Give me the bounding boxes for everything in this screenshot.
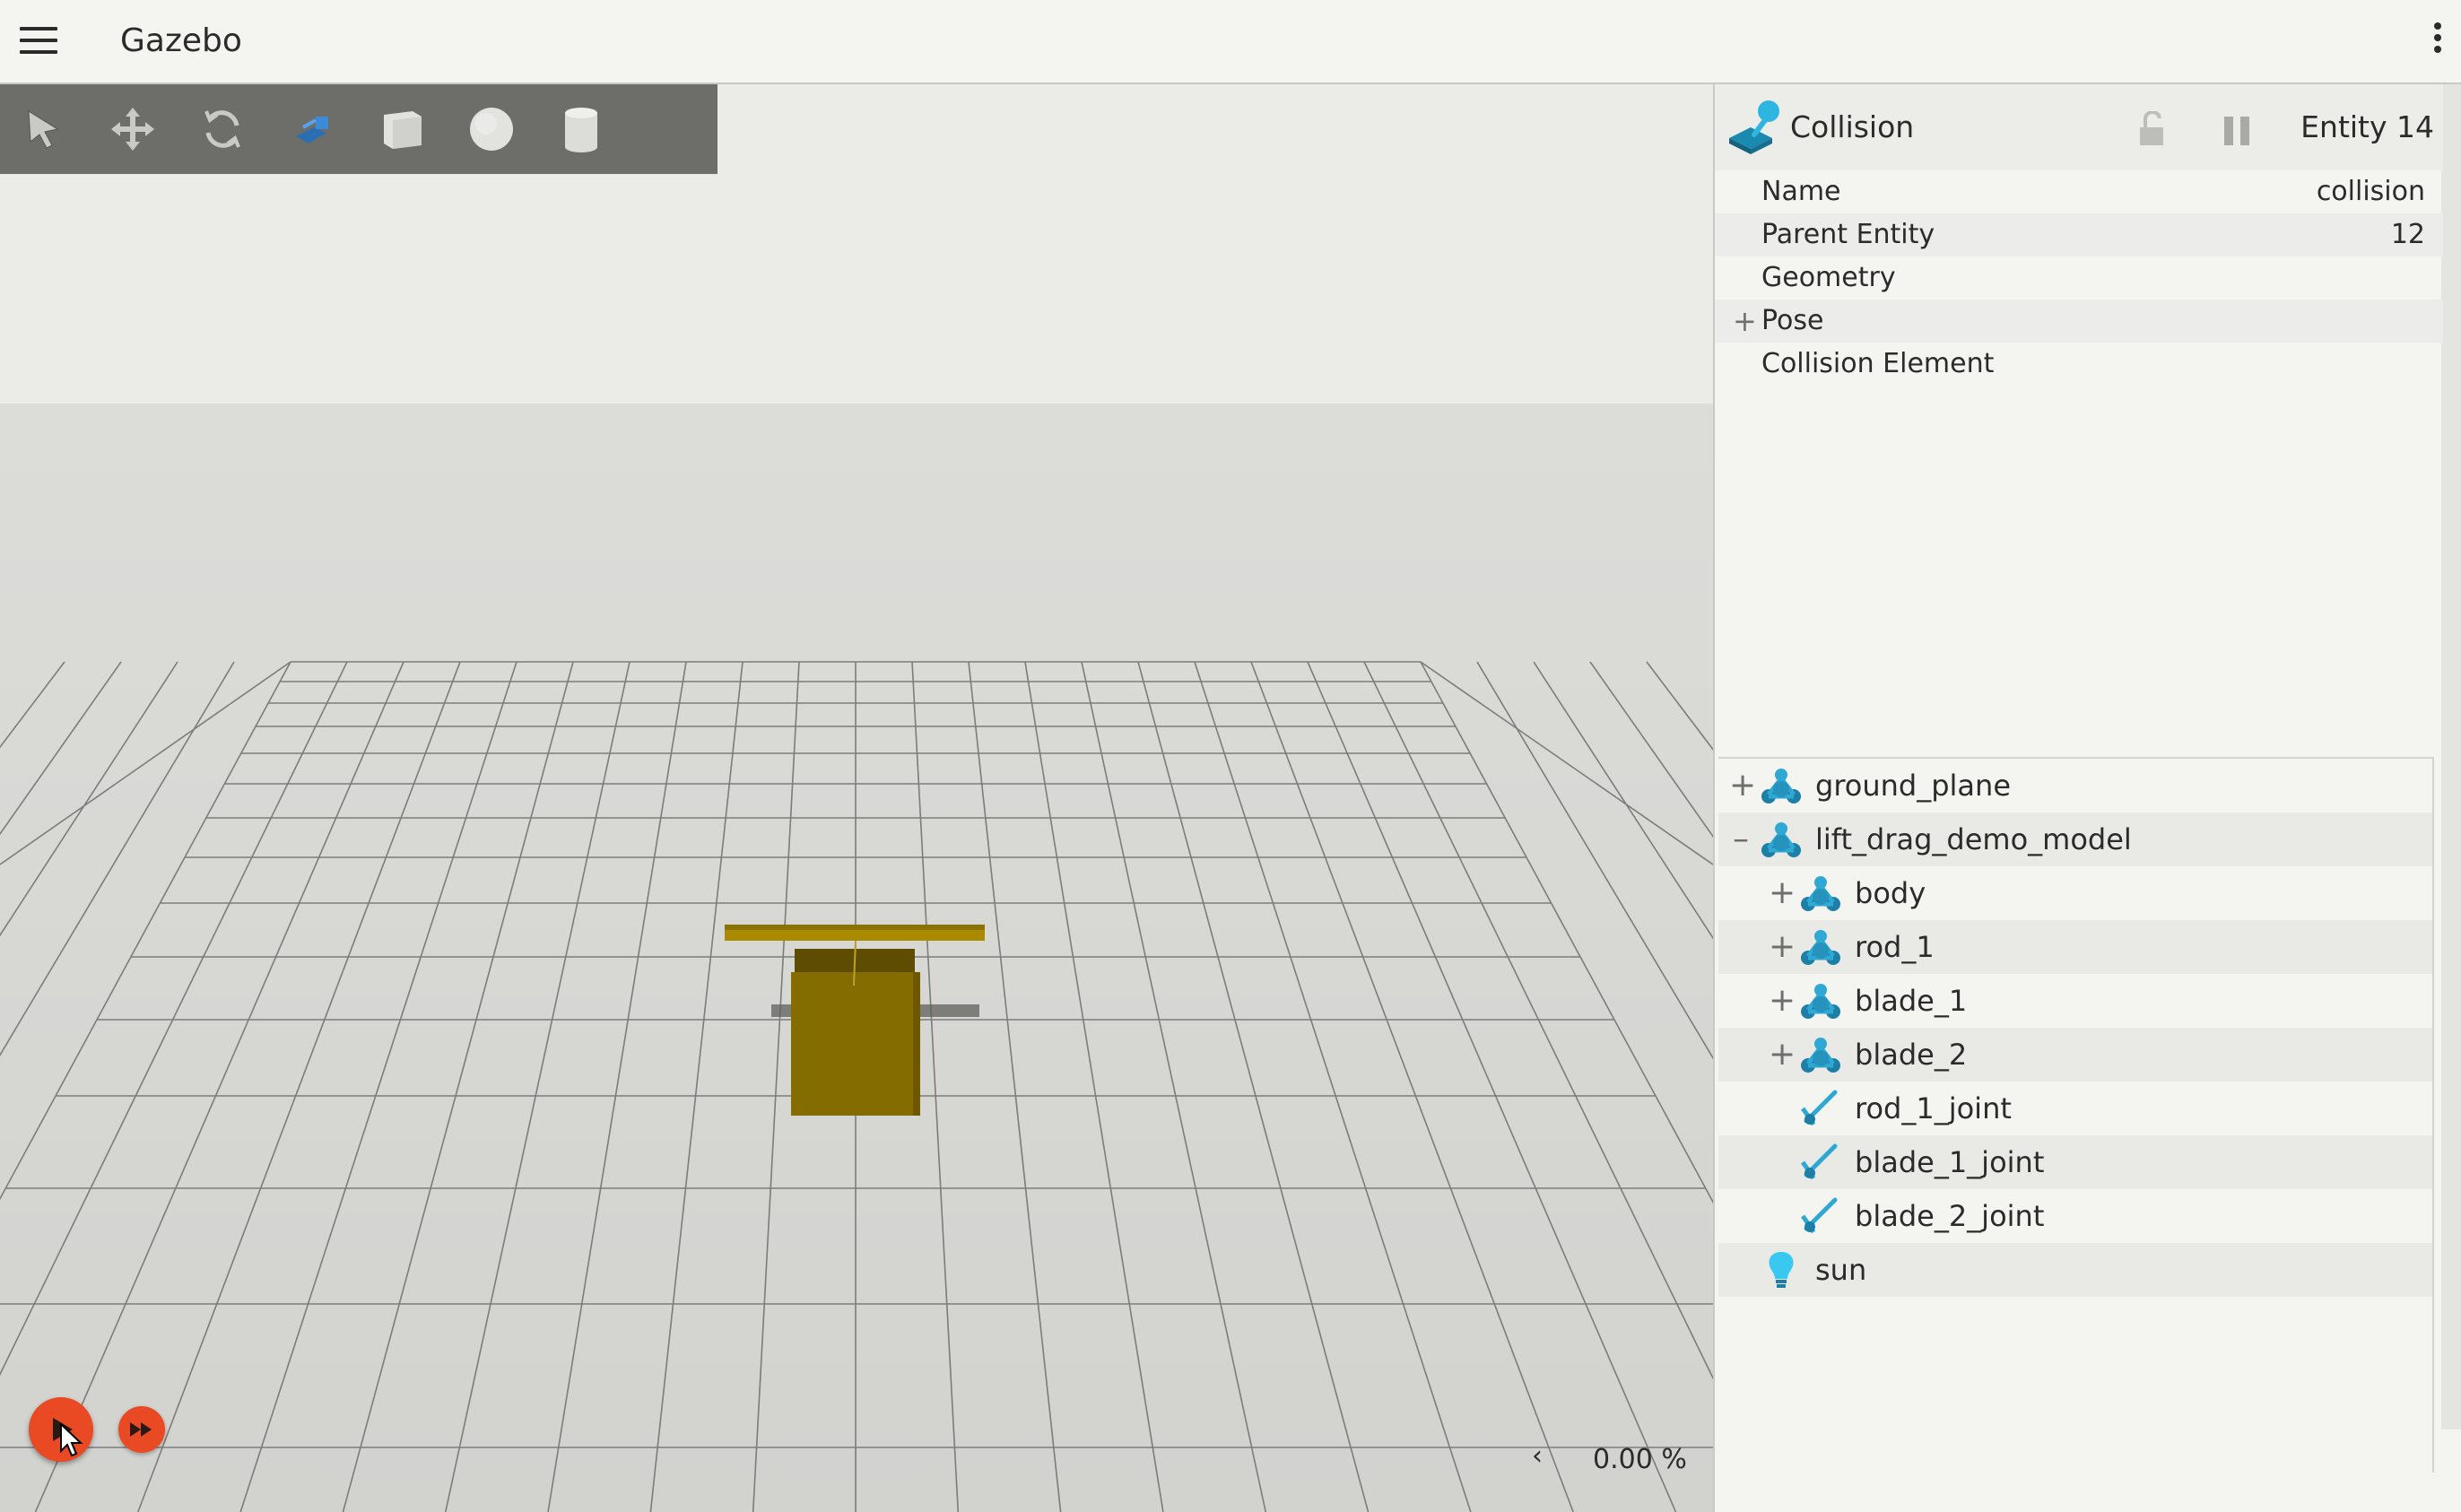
property-row-collision-element[interactable]: Collision Element: [1715, 343, 2443, 386]
collapse-minus-icon[interactable]: –: [1729, 812, 1752, 866]
real-time-factor: 0.00 %: [1593, 1444, 1687, 1475]
tree-item-label: blade_2: [1855, 1038, 1968, 1072]
pause-icon[interactable]: [2224, 117, 2257, 145]
more-options-icon[interactable]: [2425, 18, 2450, 66]
scene-viewport[interactable]: ‹ 0.00 %: [0, 84, 1713, 1512]
right-panel: Collision Entity 14 Name collision Paren…: [1713, 84, 2461, 1512]
model-icon: [1761, 769, 1801, 804]
tree-item-blade-1[interactable]: + blade_1: [1718, 974, 2432, 1028]
property-label: Name: [1761, 176, 1841, 207]
joint-icon: [1800, 1090, 1838, 1126]
tree-item-label: blade_1_joint: [1855, 1145, 2045, 1179]
component-title: Collision: [1790, 109, 1915, 144]
tree-item-rod-1-joint[interactable]: rod_1_joint: [1718, 1082, 2432, 1135]
expand-plus-icon[interactable]: +: [1733, 300, 1757, 343]
tree-item-label: sun: [1815, 1253, 1867, 1287]
tree-item-ground-plane[interactable]: + ground_plane: [1718, 759, 2432, 812]
tree-item-blade-1-joint[interactable]: blade_1_joint: [1718, 1135, 2432, 1189]
panel-scrollbar[interactable]: [2441, 84, 2461, 1429]
component-inspector-header: Collision Entity 14: [1715, 84, 2443, 170]
rotate-icon[interactable]: [194, 100, 251, 158]
tree-item-label: lift_drag_demo_model: [1815, 822, 2132, 856]
select-arrow-icon[interactable]: [14, 100, 72, 158]
tree-item-rod-1[interactable]: + rod_1: [1718, 920, 2432, 974]
box-shape-icon[interactable]: [373, 100, 430, 158]
expand-plus-icon[interactable]: +: [1729, 759, 1756, 812]
translate-icon[interactable]: [104, 100, 161, 158]
tree-item-label: blade_2_joint: [1855, 1199, 2045, 1233]
tree-item-label: ground_plane: [1815, 769, 2011, 803]
property-row-name: Name collision: [1715, 170, 2443, 213]
expand-plus-icon[interactable]: +: [1769, 920, 1796, 974]
rtf-toggle-icon[interactable]: ‹: [1532, 1440, 1543, 1472]
expand-plus-icon[interactable]: +: [1769, 1028, 1796, 1082]
property-row-pose[interactable]: + Pose: [1715, 300, 2443, 343]
expand-plus-icon[interactable]: +: [1769, 866, 1796, 920]
transform-control-icon[interactable]: [283, 100, 341, 158]
hamburger-menu-icon[interactable]: [20, 27, 57, 57]
title-bar: Gazebo: [0, 0, 2461, 84]
collision-icon: [1729, 100, 1779, 154]
fast-forward-icon[interactable]: [118, 1406, 165, 1453]
tree-item-label: rod_1_joint: [1855, 1091, 2012, 1125]
tree-item-blade-2-joint[interactable]: blade_2_joint: [1718, 1189, 2432, 1243]
light-bulb-icon: [1769, 1252, 1794, 1288]
expand-plus-icon[interactable]: +: [1769, 974, 1796, 1028]
scene-3d-render[interactable]: [0, 84, 1713, 1512]
joint-icon: [1800, 1143, 1838, 1180]
tree-item-lift-drag-demo-model[interactable]: – lift_drag_demo_model: [1718, 812, 2432, 866]
entity-tree: + ground_plane – lift_drag_demo_model + body +…: [1718, 757, 2434, 1473]
property-row-parent-entity: Parent Entity 12: [1715, 213, 2443, 256]
property-label: Parent Entity: [1761, 219, 1935, 250]
tree-item-sun[interactable]: sun: [1718, 1243, 2432, 1297]
tree-item-label: blade_1: [1855, 984, 1968, 1018]
property-value[interactable]: 12: [2391, 213, 2425, 256]
sphere-shape-icon[interactable]: [463, 100, 520, 158]
tree-item-label: rod_1: [1855, 930, 1935, 964]
model-icon: [1761, 822, 1801, 857]
joint-icon: [1800, 1197, 1838, 1234]
entity-id-label: Entity 14: [2300, 109, 2434, 144]
link-icon: [1801, 930, 1840, 965]
property-row-geometry[interactable]: Geometry: [1715, 256, 2443, 300]
link-icon: [1801, 984, 1840, 1019]
app-title: Gazebo: [120, 22, 242, 59]
lock-icon[interactable]: [2136, 111, 2169, 147]
tree-item-label: body: [1855, 876, 1926, 910]
link-icon: [1801, 876, 1840, 911]
link-icon: [1801, 1038, 1840, 1073]
property-value[interactable]: collision: [2317, 170, 2425, 213]
tree-item-blade-2[interactable]: + blade_2: [1718, 1028, 2432, 1082]
property-label: Collision Element: [1761, 348, 1995, 379]
property-label: Geometry: [1761, 262, 1896, 293]
cylinder-shape-icon[interactable]: [552, 100, 610, 158]
scene-toolbar: [0, 84, 717, 174]
property-label: Pose: [1761, 305, 1824, 336]
mouse-cursor-icon: [60, 1422, 83, 1457]
tree-item-body[interactable]: + body: [1718, 866, 2432, 920]
